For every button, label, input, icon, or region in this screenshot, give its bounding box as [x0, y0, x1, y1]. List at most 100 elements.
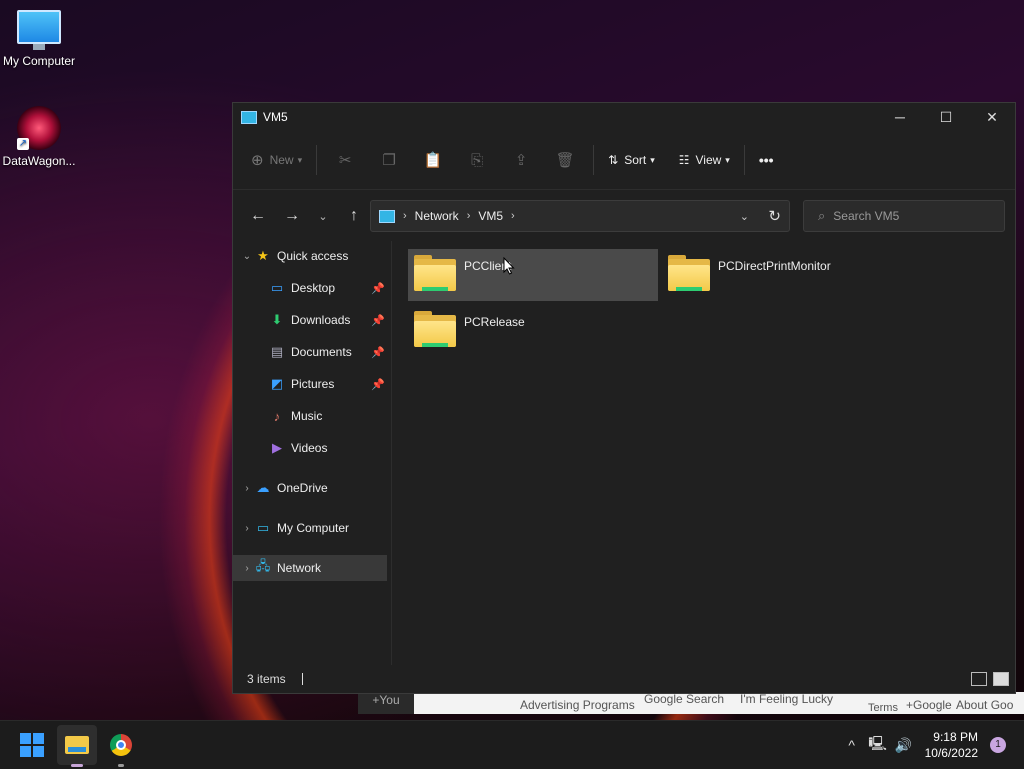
- nav-network[interactable]: › 🖧 Network: [233, 555, 387, 581]
- folder-item-pcdirectprintmonitor[interactable]: PCDirectPrintMonitor: [662, 249, 912, 301]
- chevron-right-icon[interactable]: ›: [239, 483, 255, 494]
- share-icon[interactable]: ⇪: [511, 150, 531, 170]
- sort-icon: ⇅: [608, 153, 619, 167]
- file-explorer-window: VM5 ─ ☐ ✕ ⊕ New ▾ ✂ ❐ 📋 ⎘ ⇪ 🗑 ⇅ Sort ▾ ☷…: [232, 102, 1016, 694]
- chevron-right-icon: ›: [511, 210, 515, 222]
- nav-my-computer[interactable]: › ▭ My Computer: [233, 515, 387, 541]
- paste-icon[interactable]: 📋: [423, 150, 443, 170]
- rename-icon[interactable]: ⎘: [467, 150, 487, 170]
- explorer-body: ⌄ ★ Quick access ▭ Desktop 📌 ⬇ Downloads…: [233, 241, 1015, 665]
- chevron-right-icon[interactable]: ›: [239, 523, 255, 534]
- network-status-icon[interactable]: 🖳: [865, 733, 891, 757]
- command-bar: ⊕ New ▾ ✂ ❐ 📋 ⎘ ⇪ 🗑 ⇅ Sort ▾ ☷ View ▾ ••…: [233, 131, 1015, 190]
- pin-icon[interactable]: 📌: [371, 282, 385, 295]
- notification-badge[interactable]: 1: [990, 737, 1006, 753]
- toolbar-divider: [593, 145, 595, 175]
- active-indicator: [71, 764, 83, 767]
- chevron-right-icon: ›: [403, 210, 407, 222]
- chevron-up-icon[interactable]: ^: [839, 737, 865, 753]
- chevron-right-icon: ›: [466, 210, 471, 222]
- chevron-down-icon: ▾: [650, 154, 655, 165]
- pin-icon[interactable]: 📌: [371, 378, 385, 391]
- close-button[interactable]: ✕: [969, 103, 1015, 131]
- forward-button[interactable]: →: [275, 201, 309, 231]
- new-label: New: [269, 153, 294, 167]
- network-icon: 🖧: [255, 558, 271, 573]
- clock-time: 9:18 PM: [933, 730, 978, 744]
- maximize-button[interactable]: ☐: [923, 103, 969, 131]
- google-you-link[interactable]: +You: [358, 692, 414, 714]
- clock[interactable]: 9:18 PM 10/6/2022: [925, 729, 978, 761]
- plus-circle-icon: ⊕: [251, 152, 264, 169]
- details-view-icon[interactable]: [971, 672, 987, 686]
- google-search-button[interactable]: Google Search: [644, 692, 724, 706]
- nav-documents[interactable]: ▤ Documents 📌: [233, 339, 387, 365]
- up-button[interactable]: ↑: [337, 201, 371, 231]
- folder-item-pcrelease[interactable]: PCRelease: [408, 305, 658, 357]
- sort-button[interactable]: ⇅ Sort ▾: [600, 144, 663, 176]
- search-input[interactable]: ⌕ Search VM5: [803, 200, 1005, 232]
- view-button[interactable]: ☷ View ▾: [671, 144, 738, 176]
- nav-quick-access[interactable]: ⌄ ★ Quick access: [233, 243, 387, 269]
- more-options-button[interactable]: •••: [751, 144, 782, 176]
- volume-icon[interactable]: 🔊: [891, 737, 917, 754]
- desktop-icon-my-computer[interactable]: My Computer: [0, 10, 78, 68]
- pin-icon[interactable]: 📌: [371, 346, 385, 359]
- breadcrumb-network[interactable]: Network: [415, 209, 459, 223]
- title-bar[interactable]: VM5 ─ ☐ ✕: [233, 103, 1015, 131]
- nav-videos[interactable]: ▶ Videos: [233, 435, 387, 461]
- nav-onedrive[interactable]: › ☁ OneDrive: [233, 475, 387, 501]
- nav-label: Downloads: [291, 313, 351, 327]
- nav-music[interactable]: ♪ Music: [233, 403, 387, 429]
- recent-locations-button[interactable]: ⌄: [309, 201, 337, 231]
- pin-icon[interactable]: 📌: [371, 314, 385, 327]
- breadcrumb-vm5[interactable]: VM5: [478, 209, 503, 223]
- large-icons-view-icon[interactable]: [993, 672, 1009, 686]
- chevron-down-icon: ▾: [725, 154, 730, 165]
- nav-label: Quick access: [277, 249, 349, 263]
- chevron-down-icon[interactable]: ⌄: [239, 251, 255, 262]
- toolbar-divider: [743, 145, 745, 175]
- taskbar-chrome[interactable]: [101, 725, 141, 767]
- feeling-lucky-button[interactable]: I'm Feeling Lucky: [740, 692, 833, 706]
- google-terms-link[interactable]: Terms: [868, 702, 898, 714]
- taskbar-file-explorer[interactable]: [57, 725, 97, 767]
- music-icon: ♪: [273, 408, 281, 424]
- new-button[interactable]: ⊕ New ▾: [243, 144, 310, 176]
- pictures-icon: ◩: [270, 376, 284, 391]
- network-folder-icon: [414, 255, 456, 293]
- status-bar: 3 items: [233, 665, 1015, 693]
- file-list: PCClient PCDirectPrintMonitor PCRelease: [392, 241, 1015, 665]
- copy-icon[interactable]: ❐: [379, 150, 399, 170]
- address-bar[interactable]: › Network › VM5 › ⌄ ↻: [370, 200, 790, 232]
- google-plus-link[interactable]: +Google: [906, 698, 952, 712]
- running-indicator: [118, 764, 124, 767]
- folder-name: PCDirectPrintMonitor: [718, 259, 831, 273]
- taskbar: ^ 🖳 🔊 9:18 PM 10/6/2022 1: [0, 720, 1024, 769]
- chevron-right-icon[interactable]: ›: [239, 563, 255, 574]
- nav-label: Network: [277, 561, 322, 575]
- nav-label: Music: [291, 409, 323, 423]
- monitor-icon: [17, 10, 61, 50]
- view-label: View: [695, 153, 722, 167]
- google-advertising-link[interactable]: Advertising Programs: [520, 698, 635, 712]
- start-button[interactable]: [12, 725, 52, 765]
- desktop-icon-datawagon[interactable]: ↗ DataWagon...: [0, 106, 78, 168]
- folder-item-pcclient[interactable]: PCClient: [408, 249, 658, 301]
- network-folder-icon: [414, 311, 456, 349]
- refresh-icon[interactable]: ↻: [768, 207, 781, 225]
- delete-icon[interactable]: 🗑: [555, 150, 575, 170]
- nav-downloads[interactable]: ⬇ Downloads 📌: [233, 307, 387, 333]
- chevron-down-icon: ▾: [297, 154, 303, 165]
- back-button[interactable]: ←: [241, 201, 275, 231]
- nav-label: Documents: [291, 345, 352, 359]
- google-about-link[interactable]: About Goo: [956, 698, 1013, 712]
- minimize-button[interactable]: ─: [877, 103, 923, 131]
- datawagon-icon: ↗: [17, 106, 61, 150]
- cut-icon[interactable]: ✂: [335, 150, 355, 170]
- navigation-pane: ⌄ ★ Quick access ▭ Desktop 📌 ⬇ Downloads…: [233, 241, 392, 665]
- clock-date: 10/6/2022: [924, 746, 978, 760]
- nav-desktop[interactable]: ▭ Desktop 📌: [233, 275, 387, 301]
- nav-pictures[interactable]: ◩ Pictures 📌: [233, 371, 387, 397]
- address-dropdown-icon[interactable]: ⌄: [740, 210, 749, 223]
